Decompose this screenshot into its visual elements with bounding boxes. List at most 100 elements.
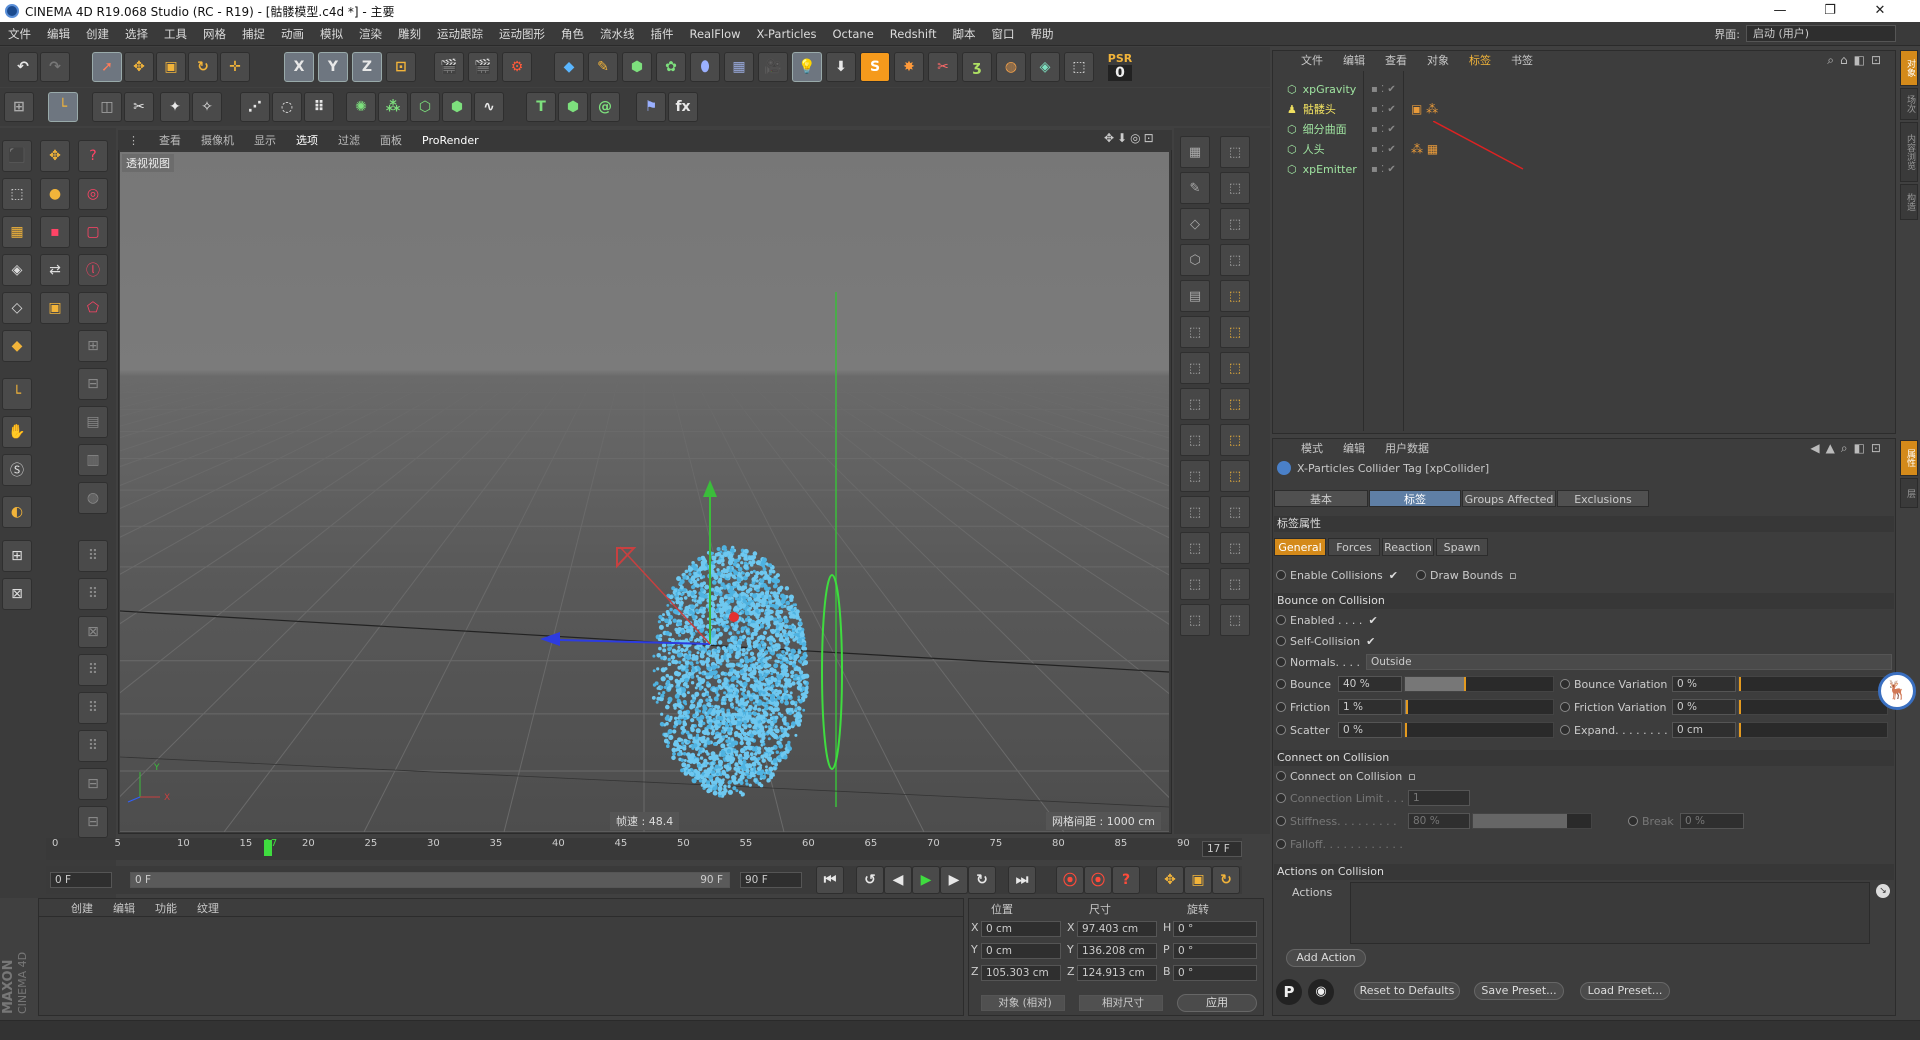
right-tool-10[interactable]: ⬚ [1180, 316, 1210, 348]
material-menu-2[interactable]: 功能 [145, 900, 187, 916]
friction-slider-knob[interactable] [1406, 700, 1409, 714]
right-tool-26[interactable]: ⬚ [1180, 604, 1210, 636]
points-mode-button[interactable]: ◈ [2, 254, 32, 286]
material-menu-0[interactable]: 创建 [61, 900, 103, 916]
enable-collisions-check-icon[interactable]: ✔ [1389, 569, 1398, 582]
tab-tag[interactable]: 标签 [1369, 490, 1461, 507]
left-tool-7[interactable]: ⠿ [78, 578, 108, 610]
size-mode-dropdown[interactable]: 相对尺寸 [1079, 995, 1163, 1011]
right-tool-6[interactable]: ⬡ [1180, 244, 1210, 276]
object-name[interactable]: xpGravity [1303, 83, 1357, 96]
next-frame-button[interactable]: ▶ [940, 866, 968, 894]
script-button[interactable]: ⬚ [1064, 52, 1094, 82]
coord-field-rot[interactable]: 0 ° [1173, 943, 1257, 959]
menu-item-18[interactable]: Octane [824, 27, 881, 41]
viewport-menu-1[interactable]: 摄像机 [191, 132, 244, 148]
object-menu-2[interactable]: 查看 [1375, 52, 1417, 68]
object-row[interactable]: ⬡ 细分曲面 ▪ ⁚ ✔ [1273, 119, 1895, 139]
grid-lock-button[interactable]: ⊠ [2, 578, 32, 610]
rotate-tool-button[interactable]: ↻ [188, 52, 218, 82]
anim-radio-icon[interactable] [1276, 793, 1286, 803]
right-tool-14[interactable]: ⬚ [1180, 388, 1210, 420]
enabled-row[interactable]: Enabled . . . . ✔ [1276, 614, 1378, 627]
coord-field-rot[interactable]: 0 ° [1173, 965, 1257, 981]
left-tool-6[interactable]: ⠿ [78, 540, 108, 572]
end-frame-field[interactable]: 90 F [740, 872, 802, 888]
scatter-slider[interactable] [1404, 722, 1554, 738]
load-preset-button[interactable]: Load Preset... [1580, 982, 1670, 1000]
object-name[interactable]: 细分曲面 [1303, 121, 1347, 137]
xp-sky-button[interactable]: ⬢ [442, 92, 472, 122]
coord-mode-dropdown[interactable]: 对象 (相对) [981, 995, 1065, 1011]
object-row[interactable]: ⬡ xpGravity ▪ ⁚ ✔ [1273, 79, 1895, 99]
menu-item-3[interactable]: 选择 [117, 26, 156, 42]
move-tool-button[interactable]: ✥ [124, 52, 154, 82]
side-tab-attributes[interactable]: 属性 [1900, 440, 1918, 476]
menu-item-7[interactable]: 动画 [273, 26, 312, 42]
object-menu-5[interactable]: 书签 [1501, 52, 1543, 68]
render-picture-viewer-button[interactable]: 🎬 [468, 52, 498, 82]
interface-dropdown[interactable]: 启动 (用户) [1746, 25, 1896, 42]
xp-emitter-down-button[interactable]: ⬇ [826, 52, 856, 82]
object-menu-4[interactable]: 标签 [1459, 52, 1501, 68]
draw-bounds-checkbox-icon[interactable]: ▫ [1509, 569, 1516, 582]
xp-group-button[interactable]: ✺ [346, 92, 376, 122]
right-tool-19[interactable]: ⬚ [1220, 460, 1250, 492]
subtab-general[interactable]: General [1274, 538, 1326, 556]
side-tab-content[interactable]: 内容浏览 [1900, 122, 1918, 182]
menu-item-10[interactable]: 雕刻 [390, 26, 429, 42]
connect-row[interactable]: Connect on Collision ▫ [1276, 770, 1416, 783]
subtab-forces[interactable]: Forces [1328, 538, 1380, 556]
anim-radio-icon[interactable] [1276, 702, 1286, 712]
left-tool-1[interactable]: ⊞ [78, 330, 108, 362]
light-button[interactable]: 💡 [792, 52, 822, 82]
undo-button[interactable]: ↶ [8, 52, 38, 82]
viewport-menu-6[interactable]: ProRender [412, 134, 489, 147]
xp-info-icon[interactable]: ◉ [1308, 979, 1334, 1005]
right-tool-4[interactable]: ◇ [1180, 208, 1210, 240]
bounce-slider[interactable] [1404, 676, 1554, 692]
menu-item-9[interactable]: 渲染 [351, 26, 390, 42]
tweak-button[interactable]: ✋ [2, 416, 32, 448]
right-tool-25[interactable]: ⬚ [1220, 568, 1250, 600]
material-menu-3[interactable]: 纹理 [187, 900, 229, 916]
side-tab-takes[interactable]: 场次 [1900, 88, 1918, 120]
gizmo-y-arrow-icon[interactable] [703, 480, 717, 497]
left-move-button[interactable]: ✥ [40, 140, 70, 172]
right-tool-27[interactable]: ⬚ [1220, 604, 1250, 636]
axis-button[interactable]: └ [2, 378, 32, 410]
menu-item-13[interactable]: 角色 [553, 26, 592, 42]
deformer-button[interactable]: ⬮ [690, 52, 720, 82]
model-mode-button[interactable]: ⬛ [2, 140, 32, 172]
side-tab-structure[interactable]: 构造 [1900, 184, 1918, 220]
coord-field-pos[interactable]: 105.303 cm [981, 965, 1061, 981]
help-select-button[interactable]: ? [78, 140, 108, 172]
viewport-nav-icons[interactable]: ✥⬇◎⊡ [1104, 131, 1157, 145]
right-tool-5[interactable]: ⬚ [1220, 208, 1250, 240]
side-tab-layer[interactable]: 层 [1900, 478, 1918, 508]
points-dots-button[interactable]: ⋰ [240, 92, 270, 122]
visibility-icon[interactable]: ▪ ⁚ ✔ [1371, 144, 1396, 155]
menu-item-14[interactable]: 流水线 [592, 26, 643, 42]
xp-fragment-button[interactable]: ⬢ [558, 92, 588, 122]
connection-limit-field[interactable]: 1 [1408, 790, 1470, 806]
anim-radio-icon[interactable] [1276, 636, 1286, 646]
prev-frame-button[interactable]: ◀ [884, 866, 912, 894]
side-tab-objects[interactable]: 对象 [1900, 50, 1918, 86]
right-tool-17[interactable]: ⬚ [1220, 424, 1250, 456]
attribute-nav-icons[interactable]: ◀▲⌕◧⊡ [1810, 441, 1887, 456]
right-tool-7[interactable]: ⬚ [1220, 244, 1250, 276]
right-tool-3[interactable]: ⬚ [1220, 172, 1250, 204]
viewport-menu-3[interactable]: 选项 [286, 132, 328, 148]
axis-mode-button[interactable]: └ [48, 92, 78, 122]
xp-flag-button[interactable]: ⚑ [636, 92, 666, 122]
polygons-mode-button[interactable]: ◆ [2, 330, 32, 362]
xp-s-button[interactable]: S [860, 52, 890, 82]
snap-s-button[interactable]: Ⓢ [2, 454, 32, 486]
anim-radio-icon[interactable] [1276, 839, 1286, 849]
goto-end-button[interactable]: ⏭ [1008, 866, 1036, 894]
object-row[interactable]: ♟ 骷髅头 ▪ ⁚ ✔ ▣ ⁂ [1273, 99, 1895, 119]
rect-sel-button[interactable]: ▢ [78, 216, 108, 248]
scatter-field[interactable]: 0 % [1338, 722, 1402, 738]
xp-cache-button[interactable]: ⁂ [378, 92, 408, 122]
